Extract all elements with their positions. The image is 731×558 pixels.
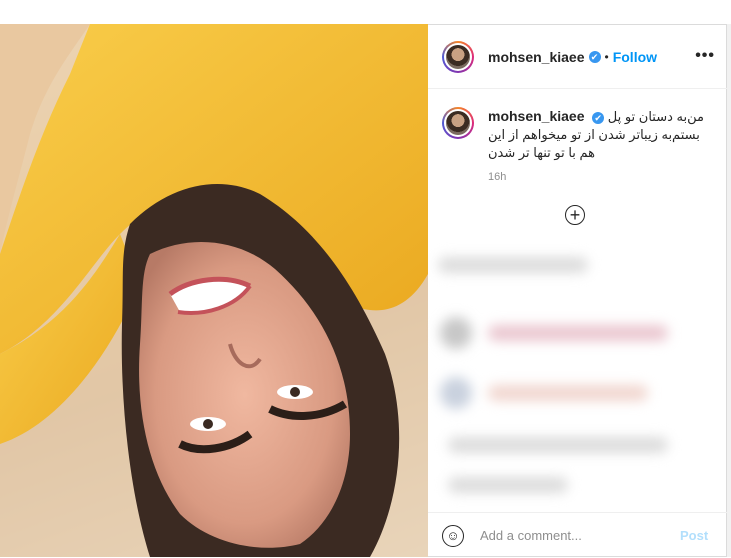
caption-text-line-1: من‌به دستان تو پل bbox=[607, 109, 704, 124]
blurred-row bbox=[488, 385, 648, 401]
post-header: mohsen_kiaee ✔ • Follow ••• bbox=[428, 25, 727, 89]
verified-badge-icon: ✔ bbox=[588, 50, 601, 63]
avatar[interactable] bbox=[442, 40, 474, 73]
post-side-panel: mohsen_kiaee ✔ • Follow ••• mohsen_kiaee… bbox=[428, 24, 727, 557]
separator-dot: • bbox=[604, 49, 609, 64]
blurred-row bbox=[448, 437, 668, 453]
blurred-avatar bbox=[440, 317, 472, 349]
caption-body: mohsen_kiaee ✔ من‌به دستان تو پل بستم‌به… bbox=[488, 107, 704, 162]
emoji-icon[interactable]: ☺ bbox=[442, 524, 464, 547]
blurred-comments-area bbox=[428, 237, 727, 512]
caption: mohsen_kiaee ✔ من‌به دستان تو پل بستم‌به… bbox=[442, 107, 712, 162]
caption-username[interactable]: mohsen_kiaee bbox=[488, 108, 585, 124]
caption-avatar-ring bbox=[444, 109, 472, 137]
follow-button[interactable]: Follow bbox=[613, 49, 657, 65]
add-comment-bar: ☺ Post bbox=[428, 512, 727, 558]
profile-picture bbox=[446, 44, 470, 69]
selfie-image bbox=[0, 24, 428, 557]
load-more-comments-icon[interactable]: + bbox=[565, 205, 585, 225]
post-photo[interactable] bbox=[0, 24, 428, 557]
blurred-row bbox=[488, 325, 668, 341]
comment-input[interactable] bbox=[478, 527, 672, 544]
post-comment-button[interactable]: Post bbox=[680, 528, 708, 543]
caption-profile-picture bbox=[446, 111, 470, 135]
caption-text-line-2: بستم‌به زیباتر شدن از تو میخواهم از این bbox=[488, 127, 700, 142]
blurred-row bbox=[438, 257, 588, 273]
more-options-icon[interactable]: ••• bbox=[695, 47, 715, 65]
caption-avatar[interactable] bbox=[442, 107, 474, 139]
caption-verified-badge-icon: ✔ bbox=[592, 111, 605, 124]
avatar-ring bbox=[444, 42, 472, 71]
post-timestamp[interactable]: 16h bbox=[488, 171, 506, 183]
username-link[interactable]: mohsen_kiaee bbox=[488, 49, 585, 65]
caption-text-line-3: هم با تو تنها تر شدن bbox=[488, 145, 596, 160]
blurred-avatar bbox=[440, 377, 472, 409]
page-scrollbar[interactable] bbox=[727, 24, 731, 557]
blurred-row bbox=[448, 477, 568, 493]
